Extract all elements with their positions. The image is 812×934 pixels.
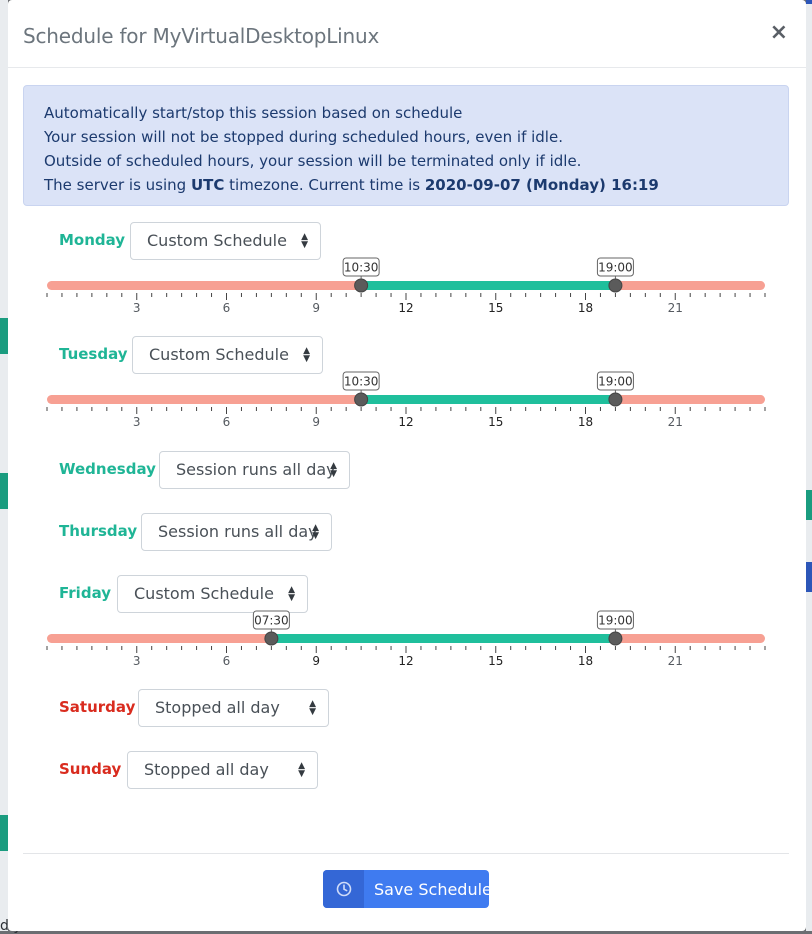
slider-handle-end[interactable] [608, 631, 623, 646]
slider-tick-label: 18 [578, 415, 593, 429]
slider-handle-start-tooltip: 10:30 [342, 371, 380, 393]
info-line: Outside of scheduled hours, your session… [44, 152, 582, 170]
day-label-saturday: Saturday [59, 698, 136, 716]
slider-active-range [271, 634, 616, 643]
day-label-monday: Monday [59, 231, 126, 249]
slider-handle-start-tooltip: 10:30 [342, 257, 380, 279]
select-arrows-icon: ▲ ▼ [288, 585, 295, 603]
select-arrows-icon: ▲ ▼ [298, 761, 305, 779]
slider-tick-label: 15 [488, 654, 503, 668]
slider-handle-end-tooltip: 19:00 [596, 257, 634, 279]
time-slider-monday[interactable]: 3 6 9 12 15 18 21 10:30 19:00 [46, 257, 766, 320]
background-page-right [806, 0, 812, 931]
slider-tick-label: 21 [668, 654, 683, 668]
slider-tick-label: 9 [312, 415, 320, 429]
slider-handle-start[interactable] [354, 278, 369, 293]
svg-text:10:30: 10:30 [344, 261, 379, 275]
select-arrows-icon: ▲ ▼ [303, 346, 310, 364]
slider-tick-label: 12 [398, 301, 413, 315]
modal-footer-divider [23, 853, 789, 854]
svg-text:19:00: 19:00 [598, 614, 633, 628]
schedule-select-tuesday[interactable]: Custom Schedule ▲ ▼ [132, 336, 323, 374]
select-arrows-icon: ▲ ▼ [330, 461, 337, 479]
slider-handle-start-tooltip: 07:30 [252, 610, 290, 632]
info-line: Your session will not be stopped during … [44, 128, 563, 146]
slider-handle-end[interactable] [608, 278, 623, 293]
slider-tick-label: 3 [133, 415, 141, 429]
slider-handle-end-tooltip: 19:00 [596, 371, 634, 393]
slider-tick-label: 21 [668, 301, 683, 315]
time-slider-tuesday[interactable]: 3 6 9 12 15 18 21 10:30 19:00 [46, 371, 766, 434]
day-label-tuesday: Tuesday [59, 345, 128, 363]
clock-icon [323, 870, 364, 908]
schedule-select-thursday[interactable]: Session runs all day ▲ ▼ [141, 513, 332, 551]
day-label-thursday: Thursday [59, 522, 138, 540]
schedule-select-monday[interactable]: Custom Schedule ▲ ▼ [130, 222, 321, 260]
slider-handle-end[interactable] [608, 392, 623, 407]
info-line: Automatically start/stop this session ba… [44, 104, 463, 122]
slider-tick-label: 9 [312, 301, 320, 315]
timezone-value: UTC [190, 176, 225, 194]
schedule-modal: Schedule for MyVirtualDesktopLinux × Aut… [8, 0, 806, 931]
background-page-left [0, 0, 8, 931]
slider-tick-label: 12 [398, 415, 413, 429]
current-time-value: 2020-09-07 (Monday) 16:19 [424, 176, 659, 194]
info-line-timezone: The server is using UTC timezone. Curren… [44, 176, 659, 194]
modal-header: Schedule for MyVirtualDesktopLinux × [8, 0, 806, 68]
close-button[interactable]: × [770, 22, 788, 44]
slider-tick-label: 6 [223, 415, 231, 429]
day-label-wednesday: Wednesday [59, 460, 156, 478]
svg-text:19:00: 19:00 [598, 261, 633, 275]
svg-text:07:30: 07:30 [254, 614, 289, 628]
day-label-friday: Friday [59, 584, 112, 602]
svg-text:19:00: 19:00 [598, 375, 633, 389]
slider-tick-label: 21 [668, 415, 683, 429]
slider-tick-label: 12 [398, 654, 413, 668]
select-arrows-icon: ▲ ▼ [301, 232, 308, 250]
select-arrows-icon: ▲ ▼ [309, 699, 316, 717]
slider-tick-label: 18 [578, 301, 593, 315]
slider-active-range [361, 395, 616, 404]
save-schedule-button[interactable]: Save Schedule [323, 870, 489, 908]
schedule-select-saturday[interactable]: Stopped all day ▲ ▼ [138, 689, 329, 727]
slider-tick-label: 3 [133, 301, 141, 315]
select-arrows-icon: ▲ ▼ [312, 523, 319, 541]
schedule-select-sunday[interactable]: Stopped all day ▲ ▼ [127, 751, 318, 789]
slider-tick-label: 3 [133, 654, 141, 668]
svg-text:10:30: 10:30 [344, 375, 379, 389]
slider-active-range [361, 281, 616, 290]
slider-tick-label: 6 [223, 654, 231, 668]
slider-tick-label: 15 [488, 301, 503, 315]
slider-tick-label: 15 [488, 415, 503, 429]
schedule-select-wednesday[interactable]: Session runs all day ▲ ▼ [159, 451, 350, 489]
slider-handle-start[interactable] [264, 631, 279, 646]
slider-tick-label: 9 [312, 654, 320, 668]
day-label-sunday: Sunday [59, 760, 122, 778]
slider-handle-end-tooltip: 19:00 [596, 610, 634, 632]
time-slider-friday[interactable]: 3 6 9 12 15 18 21 07:30 19:00 [46, 610, 766, 673]
schedule-info-alert: Automatically start/stop this session ba… [23, 85, 789, 206]
schedule-select-friday[interactable]: Custom Schedule ▲ ▼ [117, 575, 308, 613]
slider-tick-label: 18 [578, 654, 593, 668]
modal-title: Schedule for MyVirtualDesktopLinux [23, 24, 380, 48]
slider-handle-start[interactable] [354, 392, 369, 407]
save-schedule-label: Save Schedule [374, 880, 489, 899]
slider-tick-label: 6 [223, 301, 231, 315]
